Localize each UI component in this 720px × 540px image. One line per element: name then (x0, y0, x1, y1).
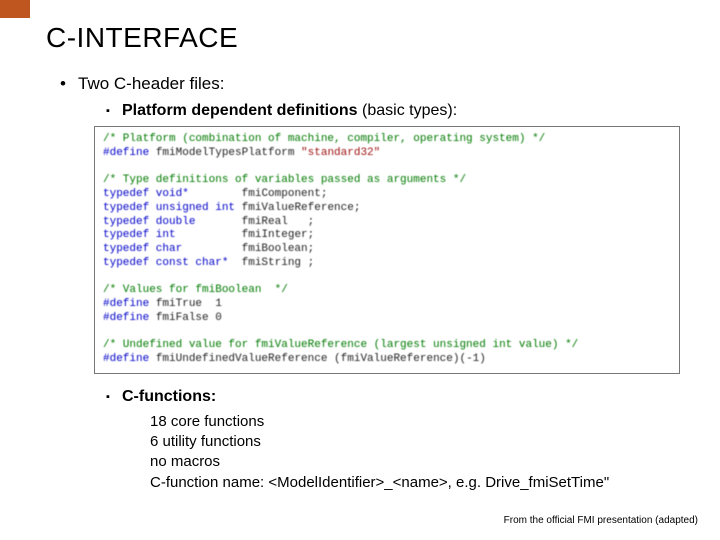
l3-line-a: 18 core functions (150, 412, 680, 432)
code-block: /* Platform (combination of machine, com… (94, 126, 680, 374)
slide-title: C-INTERFACE (46, 22, 680, 54)
square-icon: ▪ (106, 391, 122, 403)
slide: C-INTERFACE •Two C-header files: ▪Platfo… (0, 0, 720, 540)
bullet-level1: •Two C-header files: (60, 74, 680, 94)
footer-credit: From the official FMI presentation (adap… (504, 515, 698, 526)
l2a-bold: Platform dependent definitions (122, 102, 358, 119)
square-icon: ▪ (106, 105, 122, 117)
code-pre: /* Platform (combination of machine, com… (103, 133, 671, 367)
bullet-level2-platform: ▪Platform dependent definitions (basic t… (106, 102, 680, 120)
l2a-rest: (basic types): (358, 102, 458, 119)
l3-line-c: no macros (150, 452, 680, 472)
l2b-text: C-functions: (122, 388, 216, 405)
l3-line-b: 6 utility functions (150, 432, 680, 452)
l1-text: Two C-header files: (78, 74, 224, 93)
l3-line-d: C-function name: <ModelIdentifier>_<name… (150, 473, 680, 493)
bullet-level2-cfunctions: ▪C-functions: (106, 388, 680, 406)
dot-icon: • (60, 74, 78, 94)
